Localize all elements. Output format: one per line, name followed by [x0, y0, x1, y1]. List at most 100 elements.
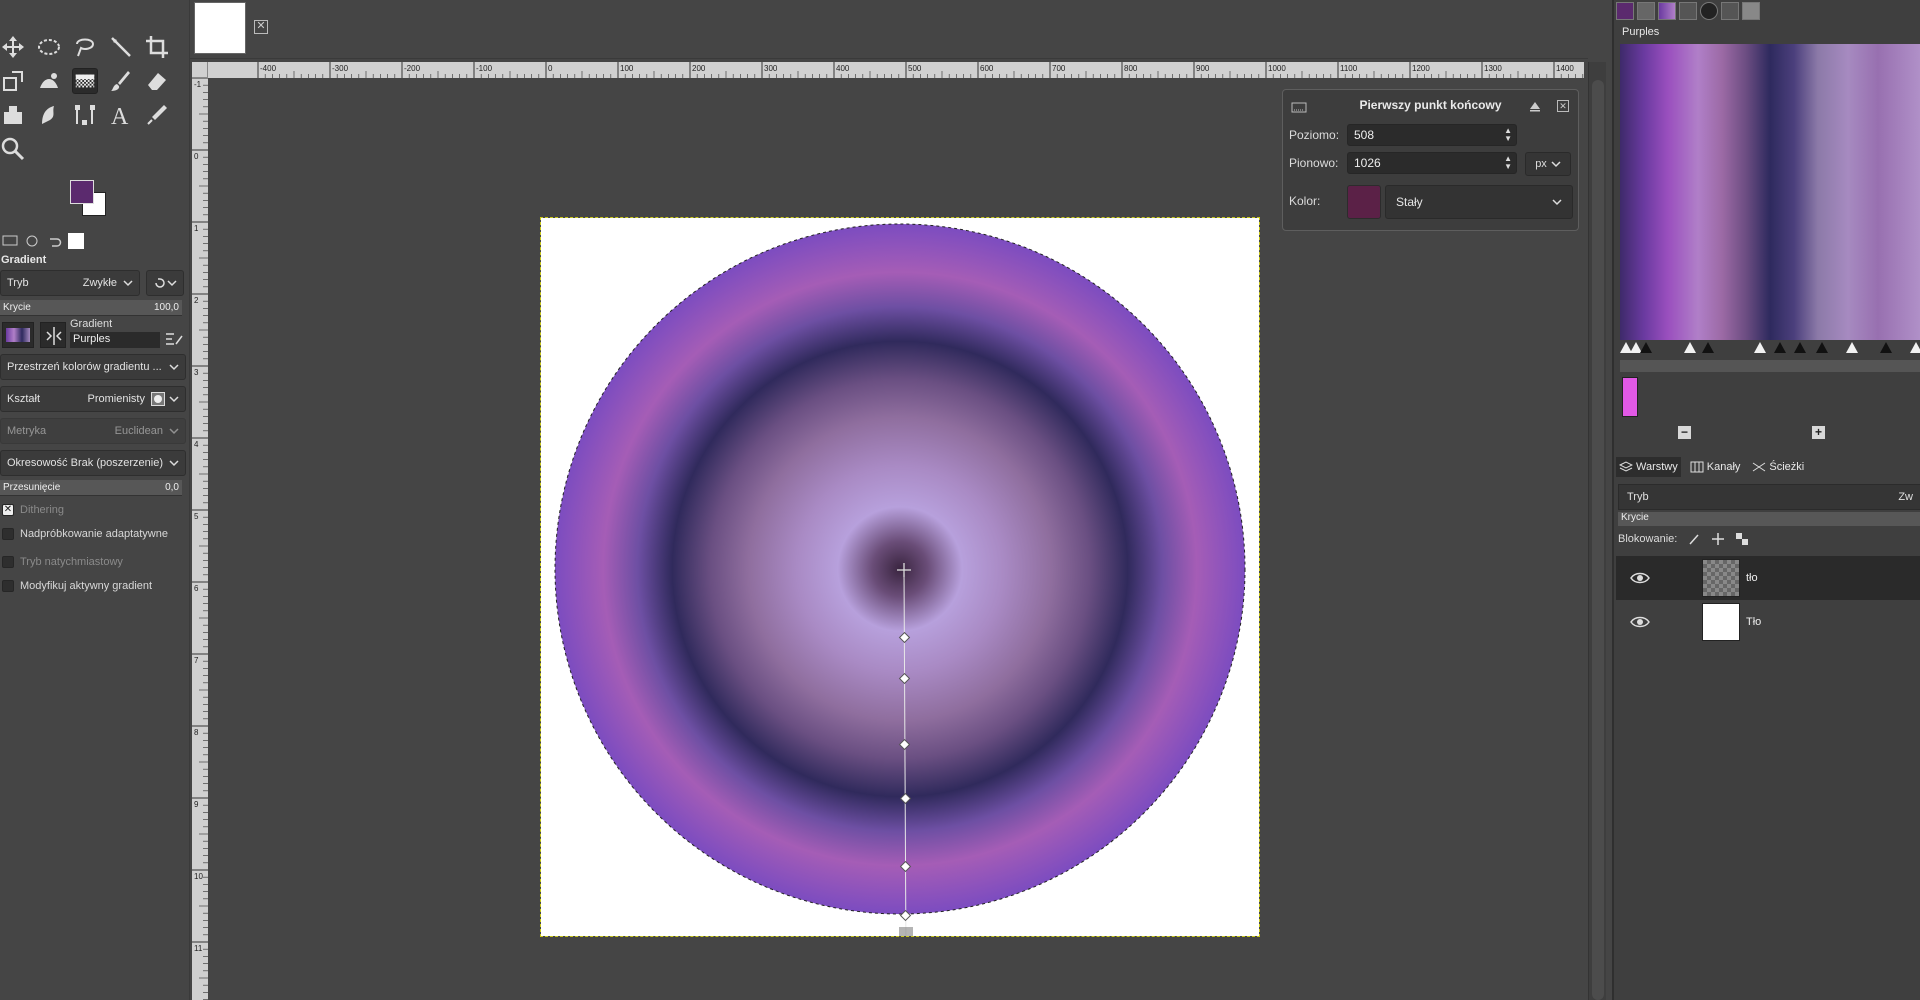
visibility-eye-icon[interactable]: [1630, 571, 1650, 585]
collapse-icon[interactable]: [1529, 100, 1541, 112]
zoom-tool-icon[interactable]: [0, 136, 26, 162]
modify-active-gradient-checkbox[interactable]: Modyfikuj aktywny gradient: [2, 580, 152, 592]
edit-gradient-icon[interactable]: [164, 330, 184, 348]
offset-slider[interactable]: Przesunięcie 0,0: [0, 480, 182, 496]
images-tab-icon[interactable]: [68, 233, 84, 249]
horizontal-ruler[interactable]: -400 -300 -200 -100 0 100 200 300 400 500 600 700 80…: [208, 62, 1584, 78]
unit-selector[interactable]: px: [1525, 152, 1571, 176]
text-tool-icon[interactable]: A: [108, 102, 134, 128]
gradient-end-handle[interactable]: [898, 927, 914, 936]
paths-tool-icon[interactable]: [72, 102, 98, 128]
tab-paths[interactable]: Ścieżki: [1749, 457, 1807, 477]
x-position-input[interactable]: 508 ▲ ▼: [1347, 124, 1517, 146]
layer-opacity-slider[interactable]: Krycie: [1618, 512, 1920, 526]
zoom-in-icon[interactable]: +: [1812, 426, 1825, 439]
patterns-tab-icon[interactable]: [1742, 2, 1760, 20]
gradient-selected-color[interactable]: [1622, 377, 1638, 417]
opacity-slider[interactable]: Krycie 100,0: [0, 300, 182, 316]
eraser-tool-icon[interactable]: [144, 68, 170, 94]
gradient-stop-marker[interactable]: [1684, 342, 1696, 353]
visibility-eye-icon[interactable]: [1630, 615, 1650, 629]
image-canvas[interactable]: [540, 217, 1260, 937]
gradient-stops-bar[interactable]: [1620, 342, 1920, 356]
chevron-down-icon: [167, 280, 177, 287]
reverse-gradient-button[interactable]: [40, 322, 66, 348]
transform-tool-icon[interactable]: [0, 68, 26, 94]
paintbrush-tool-icon[interactable]: [108, 68, 134, 94]
vertical-ruler[interactable]: -1 0 1 2 3 4 5 6 7 8 9 10 11: [192, 78, 208, 1000]
device-status-tab-icon[interactable]: [24, 233, 40, 249]
close-icon[interactable]: ✕: [254, 20, 268, 34]
lock-position-icon[interactable]: [1711, 532, 1725, 546]
fg-bg-colors-tab-icon[interactable]: [1616, 2, 1634, 20]
foreground-color[interactable]: [70, 180, 94, 204]
spin-arrows-icon[interactable]: ▲ ▼: [1504, 155, 1512, 171]
spin-arrows-icon[interactable]: ▲ ▼: [1504, 127, 1512, 143]
dithering-checkbox[interactable]: ✕ Dithering: [2, 504, 64, 516]
brushes-tab-icon[interactable]: [1637, 2, 1655, 20]
layer-row[interactable]: tło: [1616, 556, 1920, 600]
gradient-stop-marker[interactable]: [1754, 342, 1766, 353]
move-tool-icon[interactable]: [0, 34, 26, 60]
opacity-value: 100,0: [153, 302, 179, 313]
gradient-stop-marker[interactable]: [1816, 342, 1828, 353]
layer-mode-combo[interactable]: Tryb Zw: [1618, 484, 1920, 510]
tab-channels[interactable]: Kanały: [1687, 457, 1744, 477]
right-dock: Purples − + Warstwy Kanały Ścieżki Tryb …: [1612, 0, 1920, 1000]
close-icon[interactable]: ✕: [1557, 100, 1569, 112]
gradient-stop-marker[interactable]: [1846, 342, 1858, 353]
gradient-disc: [554, 223, 1246, 915]
y-position-input[interactable]: 1026 ▲ ▼: [1347, 152, 1517, 174]
tab-layers[interactable]: Warstwy: [1616, 457, 1681, 477]
butterfly-tab-icon[interactable]: [1721, 2, 1739, 20]
reverse-mode-button[interactable]: [146, 270, 184, 296]
paths-icon: [1753, 462, 1766, 472]
adaptive-supersampling-checkbox[interactable]: Nadpróbkowanie adaptatywne: [2, 528, 168, 540]
image-tab-thumbnail[interactable]: [194, 2, 246, 54]
vertical-ruler-ticks: -1 0 1 2 3 4 5 6 7 8 9 10 11: [192, 78, 208, 1000]
mode-combo[interactable]: Tryb Zwykłe: [0, 270, 140, 296]
reverse-icon: [46, 327, 62, 345]
lock-alpha-icon[interactable]: [1735, 532, 1749, 546]
gradient-stop-marker[interactable]: [1702, 342, 1714, 353]
smudge-tool-icon[interactable]: [36, 102, 62, 128]
dithering-label: Dithering: [20, 504, 65, 516]
color-picker-icon[interactable]: [144, 102, 170, 128]
tool-options-tabs: [0, 232, 190, 250]
lasso-select-icon[interactable]: [72, 34, 98, 60]
gradient-stop-marker[interactable]: [1640, 342, 1652, 353]
ellipse-select-icon[interactable]: [36, 34, 62, 60]
ruler-label: 1100: [1340, 64, 1358, 73]
gradient-preview-button[interactable]: [2, 322, 34, 348]
lock-pixels-icon[interactable]: [1687, 532, 1701, 546]
gradient-stop-marker[interactable]: [1774, 342, 1786, 353]
blend-color-space-combo[interactable]: Przestrzeń kolorów gradientu ...: [0, 354, 186, 380]
ruler-corner[interactable]: [192, 62, 208, 78]
gradient-stop-marker[interactable]: [1910, 342, 1920, 353]
gradient-stop-marker[interactable]: [1794, 342, 1806, 353]
gradient-tool-icon[interactable]: [72, 68, 98, 94]
gradients-tab-icon[interactable]: [1658, 2, 1676, 20]
shape-combo[interactable]: Kształt Promienisty: [0, 386, 186, 412]
warp-tool-icon[interactable]: [36, 68, 62, 94]
zoom-out-icon[interactable]: −: [1678, 426, 1691, 439]
gradient-stop-marker[interactable]: [1880, 342, 1892, 353]
gradient-editor-preview[interactable]: [1620, 44, 1920, 340]
palette-tab-icon[interactable]: [1700, 2, 1718, 20]
tool-options-tab-icon[interactable]: [2, 233, 18, 249]
endpoint-color-swatch[interactable]: [1347, 185, 1381, 219]
instant-mode-checkbox[interactable]: Tryb natychmiastowy: [2, 556, 123, 568]
gradient-name-field[interactable]: Purples: [70, 332, 160, 348]
scrollbar-thumb[interactable]: [1592, 80, 1604, 1000]
color-type-combo[interactable]: Stały: [1385, 185, 1573, 219]
crop-tool-icon[interactable]: [144, 34, 170, 60]
gradient-editor-scrollbar[interactable]: [1620, 360, 1920, 372]
repeat-combo[interactable]: Okresowość Brak (poszerzenie): [0, 450, 186, 476]
clone-tool-icon[interactable]: [0, 102, 26, 128]
vertical-scrollbar[interactable]: [1588, 62, 1606, 1000]
fuzzy-select-icon[interactable]: [108, 34, 134, 60]
undo-history-tab-icon[interactable]: [46, 233, 62, 249]
histogram-tab-icon[interactable]: [1679, 2, 1697, 20]
chevron-down-icon: [1552, 199, 1562, 206]
layer-row[interactable]: Tło: [1616, 600, 1920, 644]
